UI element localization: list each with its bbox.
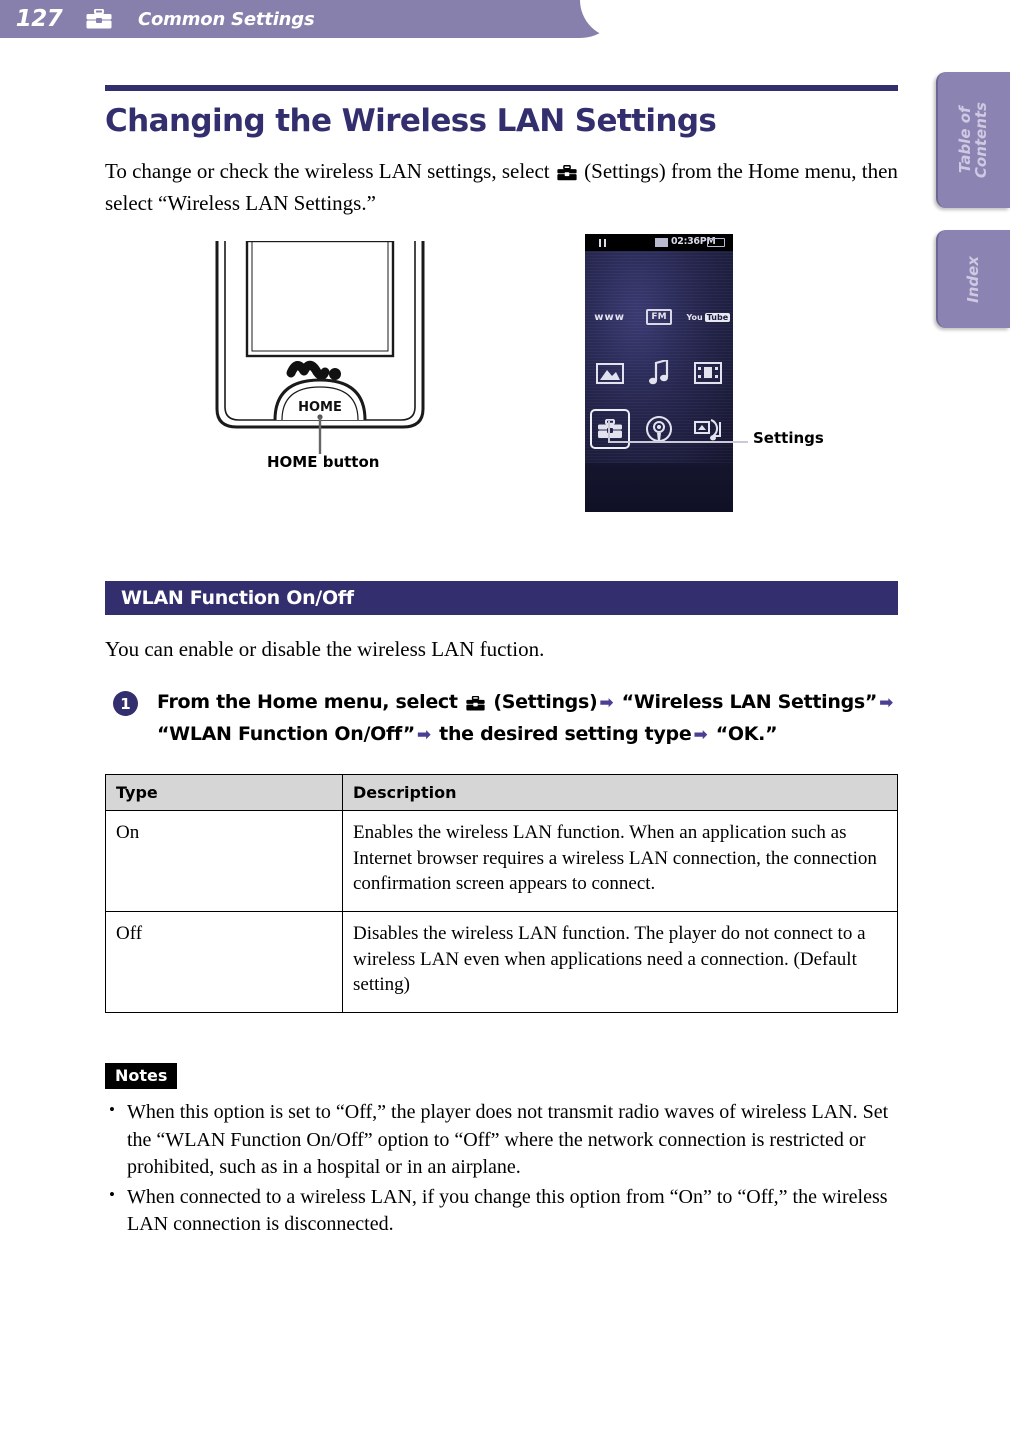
toolbox-settings-icon	[557, 162, 577, 186]
video-icon[interactable]	[688, 353, 728, 393]
list-item: When connected to a wireless LAN, if you…	[105, 1183, 898, 1239]
step-text-c: “Wireless LAN Settings”	[615, 691, 878, 714]
music-transfer-icon[interactable]	[688, 409, 728, 449]
youtube-you-label: You	[686, 312, 703, 322]
figure-row: HOME HOME button 02:36PM www FM You Tube…	[105, 231, 898, 521]
arrow-right-icon: ➡	[599, 693, 614, 714]
photo-icon[interactable]	[590, 353, 630, 393]
settings-callout-line-horizontal	[608, 441, 748, 444]
internet-browser-icon[interactable]: www	[590, 297, 630, 337]
step-item: 1 From the Home menu, select (Settings) ➡…	[105, 688, 898, 748]
page-header: 127 Common Settings	[0, 0, 620, 38]
section-heading-label: WLAN Function On/Off	[121, 587, 354, 610]
youtube-icon[interactable]: You Tube	[686, 297, 731, 337]
page-title: Changing the Wireless LAN Settings	[105, 103, 717, 139]
step-text-d: “WLAN Function On/Off”	[157, 722, 415, 745]
sidebar-item-index[interactable]: Index	[936, 230, 1010, 328]
notes-section: Notes When this option is set to “Off,” …	[105, 1062, 898, 1239]
section-heading-bar: WLAN Function On/Off	[105, 581, 898, 616]
notes-list: When this option is set to “Off,” the pl…	[105, 1098, 898, 1239]
cell-description: Disables the wireless LAN function. The …	[342, 911, 898, 1013]
side-tab-group: Table of Contents Index	[936, 72, 1016, 350]
walkman-device-illustration: HOME	[205, 239, 435, 461]
step-text: From the Home menu, select (Settings) ➡ “…	[157, 688, 898, 748]
cell-type: On	[105, 810, 343, 913]
section-intro: You can enable or disable the wireless L…	[105, 637, 545, 662]
step-text-b: (Settings)	[487, 691, 598, 714]
main-content: Changing the Wireless LAN Settings To ch…	[105, 0, 898, 1241]
home-menu-row: www FM You Tube	[585, 289, 733, 345]
index-label: Index	[964, 255, 983, 303]
youtube-tube-label: Tube	[704, 312, 731, 322]
wlan-icon	[655, 238, 668, 248]
pause-icon	[599, 239, 606, 248]
settings-caption: Settings	[753, 429, 824, 448]
toc-line-2: Contents	[972, 101, 990, 179]
intro-text-before: To change or check the wireless LAN sett…	[105, 159, 555, 183]
arrow-right-icon: ➡	[416, 724, 431, 745]
toolbox-settings-icon	[78, 9, 120, 29]
svg-text:HOME: HOME	[298, 400, 342, 415]
settings-type-table: Type Description On Enables the wireless…	[105, 774, 898, 1013]
arrow-right-icon: ➡	[693, 724, 708, 745]
toolbox-settings-icon	[466, 694, 485, 716]
screen-bottom-area	[585, 463, 733, 513]
header-title: Common Settings	[138, 8, 315, 30]
arrow-right-icon: ➡	[879, 693, 894, 714]
battery-icon	[707, 238, 725, 248]
step-number-badge: 1	[113, 691, 138, 717]
notes-badge: Notes	[105, 1062, 178, 1089]
fm-radio-icon[interactable]: FM	[639, 297, 679, 337]
table-header-row: Type Description	[105, 774, 898, 812]
title-rule	[105, 85, 898, 91]
manual-page: 127 Common Settings Table of Contents Ind…	[0, 0, 1016, 1451]
step-text-e: the desired setting type	[432, 722, 692, 745]
fm-label: FM	[646, 309, 672, 326]
www-label: www	[594, 311, 626, 323]
cell-type: Off	[105, 911, 343, 1013]
music-icon[interactable]	[639, 353, 679, 393]
home-menu-screenshot: 02:36PM www FM You Tube	[585, 234, 733, 513]
device-status-bar: 02:36PM	[585, 234, 733, 252]
cell-description: Enables the wireless LAN function. When …	[342, 810, 898, 913]
settings-callout-line-vertical	[608, 421, 610, 444]
step-text-f: “OK.”	[709, 722, 778, 745]
table-of-contents-label: Table of Contents	[956, 101, 990, 179]
sidebar-item-table-of-contents[interactable]: Table of Contents	[936, 72, 1010, 208]
table-row: Off Disables the wireless LAN function. …	[105, 911, 898, 1013]
column-header-type: Type	[105, 774, 343, 812]
home-menu-row	[585, 345, 733, 401]
page-number: 127	[15, 6, 63, 32]
column-header-description: Description	[342, 774, 898, 812]
home-button-caption: HOME button	[267, 453, 380, 472]
podcast-icon[interactable]	[639, 409, 679, 449]
table-row: On Enables the wireless LAN function. Wh…	[105, 810, 898, 913]
step-text-a: From the Home menu, select	[157, 691, 464, 714]
intro-paragraph: To change or check the wireless LAN sett…	[105, 157, 898, 217]
list-item: When this option is set to “Off,” the pl…	[105, 1098, 898, 1182]
